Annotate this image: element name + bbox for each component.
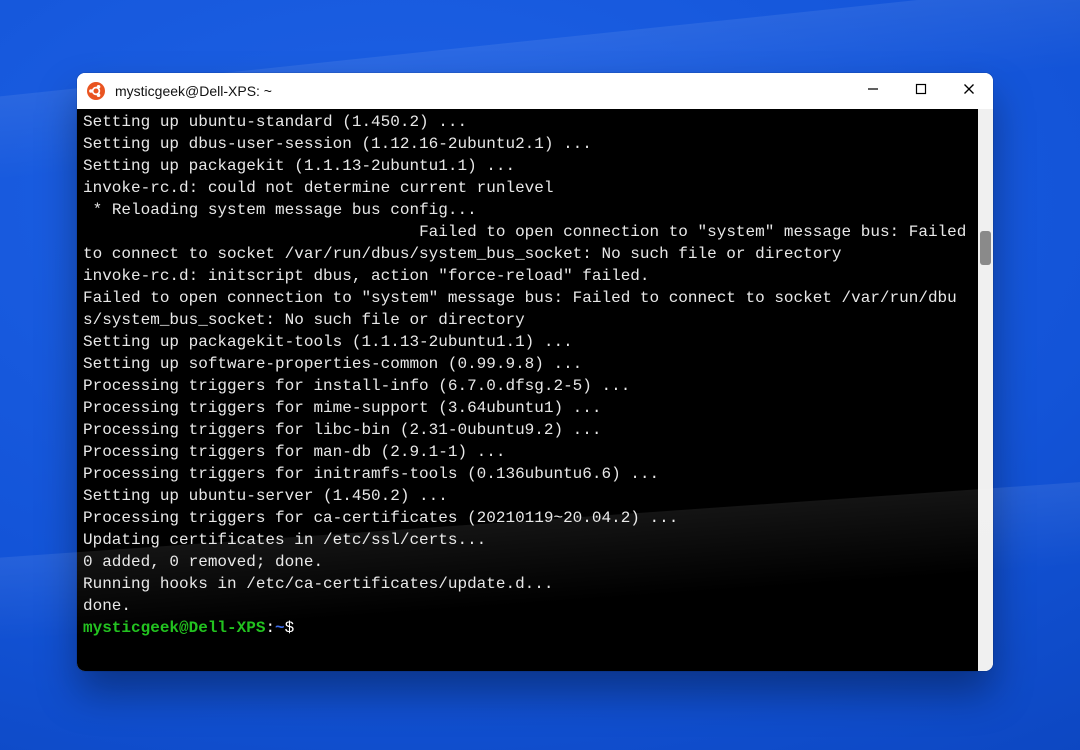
terminal-line: Processing triggers for libc-bin (2.31-0…	[83, 419, 972, 441]
prompt-symbol: $	[285, 619, 295, 637]
ubuntu-icon	[87, 82, 105, 100]
prompt-user-host: mysticgeek@Dell-XPS	[83, 619, 265, 637]
terminal-line: Failed to open connection to "system" me…	[83, 221, 972, 265]
terminal-window: mysticgeek@Dell-XPS: ~	[77, 73, 993, 671]
minimize-icon	[867, 82, 879, 100]
terminal-line: invoke-rc.d: initscript dbus, action "fo…	[83, 265, 972, 287]
minimize-button[interactable]	[849, 73, 897, 109]
window-title: mysticgeek@Dell-XPS: ~	[115, 83, 849, 99]
close-icon	[963, 82, 975, 100]
terminal-line: Processing triggers for man-db (2.9.1-1)…	[83, 441, 972, 463]
terminal-line: * Reloading system message bus config...	[83, 199, 972, 221]
maximize-button[interactable]	[897, 73, 945, 109]
terminal-line: Processing triggers for ca-certificates …	[83, 507, 972, 529]
titlebar[interactable]: mysticgeek@Dell-XPS: ~	[77, 73, 993, 109]
scrollbar-thumb[interactable]	[980, 231, 991, 265]
terminal-line: Running hooks in /etc/ca-certificates/up…	[83, 573, 972, 595]
terminal-line: Setting up packagekit-tools (1.1.13-2ubu…	[83, 331, 972, 353]
desktop-background: mysticgeek@Dell-XPS: ~	[0, 0, 1080, 750]
client-area: Setting up ubuntu-standard (1.450.2) ...…	[77, 109, 993, 671]
terminal-line: Setting up dbus-user-session (1.12.16-2u…	[83, 133, 972, 155]
terminal-line: done.	[83, 595, 972, 617]
terminal-line: Failed to open connection to "system" me…	[83, 287, 972, 331]
terminal-line: Setting up ubuntu-server (1.450.2) ...	[83, 485, 972, 507]
close-button[interactable]	[945, 73, 993, 109]
terminal-line: Processing triggers for initramfs-tools …	[83, 463, 972, 485]
terminal-line: Setting up packagekit (1.1.13-2ubuntu1.1…	[83, 155, 972, 177]
maximize-icon	[915, 82, 927, 100]
terminal-line: Processing triggers for mime-support (3.…	[83, 397, 972, 419]
prompt-separator: :	[265, 619, 275, 637]
prompt-path: ~	[275, 619, 285, 637]
terminal-output[interactable]: Setting up ubuntu-standard (1.450.2) ...…	[77, 109, 978, 671]
terminal-line: 0 added, 0 removed; done.	[83, 551, 972, 573]
terminal-line: Setting up ubuntu-standard (1.450.2) ...	[83, 111, 972, 133]
terminal-line: Setting up software-properties-common (0…	[83, 353, 972, 375]
scrollbar-track[interactable]	[978, 109, 993, 671]
terminal-line: invoke-rc.d: could not determine current…	[83, 177, 972, 199]
terminal-line: Updating certificates in /etc/ssl/certs.…	[83, 529, 972, 551]
terminal-prompt[interactable]: mysticgeek@Dell-XPS:~$	[83, 617, 972, 639]
terminal-line: Processing triggers for install-info (6.…	[83, 375, 972, 397]
